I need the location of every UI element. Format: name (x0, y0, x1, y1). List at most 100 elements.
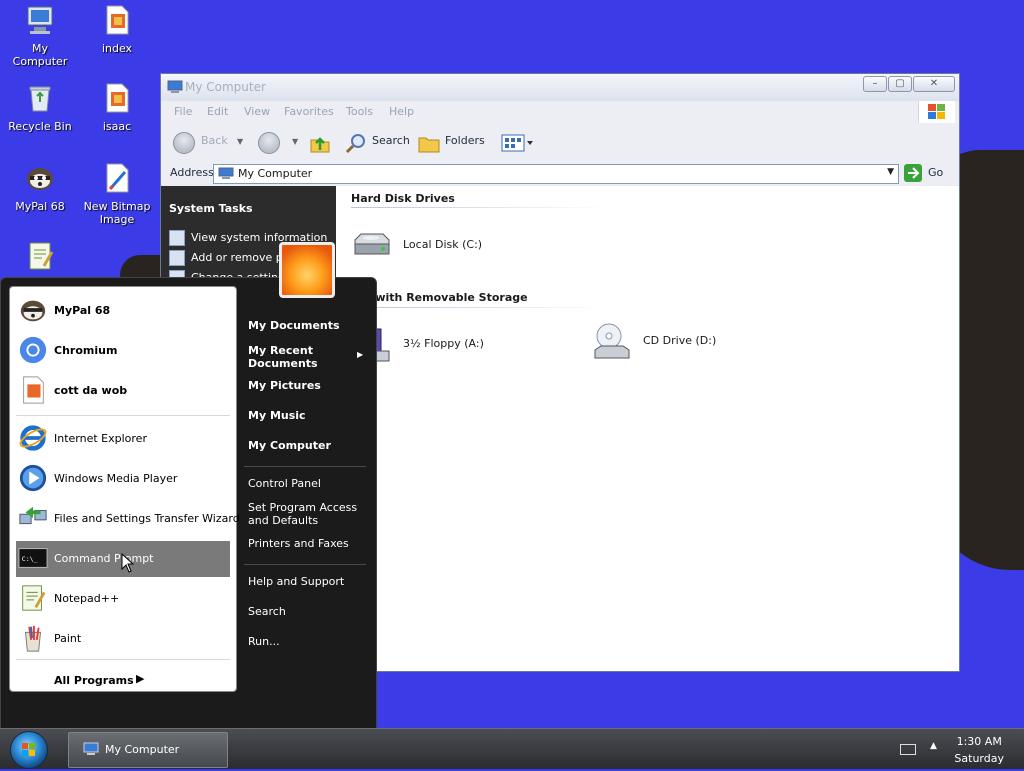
submenu-arrow-icon: ▶ (357, 350, 364, 359)
section-divider (351, 207, 606, 208)
start-menu: MyPal 68 Chromium cott da wob Internet E… (0, 242, 377, 730)
internet-explorer-icon (19, 425, 47, 451)
forward-button[interactable] (258, 132, 280, 154)
notepad-plus-plus-icon (22, 585, 46, 611)
start-item-mypal[interactable]: MyPal 68 (16, 293, 230, 329)
folders-icon (418, 137, 440, 153)
section-hard-disk-drives: Hard Disk Drives (351, 192, 455, 205)
up-folder-icon[interactable] (309, 132, 331, 154)
all-programs-arrow-icon: ▶ (136, 672, 145, 685)
desktop-icon-mypal[interactable]: MyPal 68 (4, 162, 76, 213)
my-computer-icon (218, 167, 234, 179)
start-search[interactable]: Search (248, 605, 286, 618)
all-programs-button[interactable]: All Programs (54, 674, 134, 687)
my-computer-icon (27, 6, 53, 34)
window-title: My Computer (185, 80, 266, 94)
maximize-button[interactable]: ▢ (888, 76, 912, 92)
start-control-panel[interactable]: Control Panel (248, 477, 321, 490)
address-value: My Computer (238, 167, 313, 180)
svg-text:C:\_: C:\_ (22, 555, 38, 563)
paint-icon (24, 625, 42, 652)
start-item-internet-explorer[interactable]: Internet Explorer (16, 421, 230, 457)
search-button[interactable]: Search (372, 134, 410, 147)
address-input[interactable]: My Computer ▼ (213, 164, 899, 184)
section-removable-storage: ces with Removable Storage (351, 291, 528, 304)
system-tasks-header: System Tasks (169, 202, 253, 215)
menu-bar: File Edit View Favorites Tools Help (161, 100, 959, 123)
start-item-paint[interactable]: Paint (16, 621, 230, 657)
mypal-icon (27, 168, 53, 190)
desktop-icon-new-bitmap[interactable]: New Bitmap Image (81, 162, 153, 226)
back-arrow-icon[interactable] (173, 132, 195, 154)
keyboard-icon[interactable] (900, 744, 916, 755)
menu-view[interactable]: View (244, 105, 270, 118)
start-my-computer[interactable]: My Computer (248, 439, 331, 452)
start-help-and-support[interactable]: Help and Support (248, 575, 344, 588)
system-info-icon (169, 230, 185, 246)
start-set-program-access[interactable]: Set Program Access and Defaults (248, 501, 357, 527)
minimize-button[interactable]: – (863, 76, 887, 92)
chromium-icon (19, 336, 47, 364)
windows-logo-icon (918, 101, 955, 123)
clock[interactable]: 1:30 AM Saturday (954, 733, 1004, 767)
mouse-cursor-icon (121, 553, 135, 573)
start-my-music[interactable]: My Music (248, 409, 306, 422)
start-item-chromium[interactable]: Chromium (16, 333, 230, 369)
address-bar: Address My Computer ▼ Go (161, 163, 959, 185)
hard-drive-icon (354, 233, 390, 255)
go-arrow-icon[interactable] (904, 164, 922, 182)
tray-expand-icon[interactable]: ▲ (930, 741, 937, 751)
start-my-pictures[interactable]: My Pictures (248, 379, 321, 392)
start-orb-button[interactable] (10, 731, 48, 769)
views-icon[interactable] (501, 133, 535, 153)
html-file-icon (106, 83, 129, 113)
back-dropdown-icon[interactable]: ▼ (237, 137, 243, 146)
menu-favorites[interactable]: Favorites (284, 105, 334, 118)
user-picture[interactable] (279, 242, 335, 298)
desktop-icon-index[interactable]: index (81, 4, 153, 55)
close-button[interactable]: ✕ (913, 76, 955, 92)
start-my-documents[interactable]: My Documents (248, 319, 340, 332)
address-dropdown-icon[interactable]: ▼ (887, 167, 894, 177)
desktop-icon-notepad[interactable] (4, 240, 76, 278)
desktop-icon-recycle-bin[interactable]: Recycle Bin (4, 82, 76, 133)
menu-file[interactable]: File (174, 105, 192, 118)
taskbar-button-my-computer[interactable]: My Computer (68, 732, 228, 768)
my-computer-icon (83, 742, 99, 755)
start-item-transfer-wizard[interactable]: Files and Settings Transfer Wizard (16, 501, 240, 537)
search-icon (345, 134, 365, 154)
menu-help[interactable]: Help (389, 105, 414, 118)
start-menu-separator (244, 564, 366, 565)
task-add-remove[interactable]: Add or remove pr (169, 250, 287, 266)
cd-drive-icon (594, 323, 630, 359)
folders-button[interactable]: Folders (445, 134, 485, 147)
start-item-notepad-plus-plus[interactable]: Notepad++ (16, 581, 230, 617)
add-remove-icon (169, 250, 185, 266)
desktop-icon-my-computer[interactable]: My Computer (4, 4, 76, 68)
menu-tools[interactable]: Tools (346, 105, 373, 118)
my-computer-icon (167, 80, 183, 93)
start-menu-programs-pane: MyPal 68 Chromium cott da wob Internet E… (9, 286, 240, 692)
start-menu-separator (16, 415, 230, 416)
start-item-cott-da-wob[interactable]: cott da wob (16, 373, 230, 409)
html-file-icon (106, 5, 129, 35)
forward-dropdown-icon[interactable]: ▼ (292, 137, 298, 146)
command-prompt-icon: C:\_ (18, 548, 48, 568)
taskbar: My Computer ▲ 1:30 AM Saturday (0, 728, 1024, 769)
bitmap-icon (106, 163, 129, 193)
notepad-plus-plus-icon (29, 242, 54, 270)
back-button[interactable]: Back (201, 134, 228, 147)
start-my-recent-documents[interactable]: My Recent Documents (248, 344, 318, 370)
menu-edit[interactable]: Edit (207, 105, 228, 118)
go-button[interactable]: Go (928, 166, 943, 179)
desktop-icon-isaac[interactable]: isaac (81, 82, 153, 133)
recycle-bin-icon (29, 86, 51, 112)
html-file-icon (23, 376, 44, 404)
start-run[interactable]: Run... (248, 635, 280, 648)
media-player-icon (19, 464, 47, 492)
start-printers-and-faxes[interactable]: Printers and Faxes (248, 537, 349, 550)
title-bar[interactable]: My Computer – ▢ ✕ (161, 74, 959, 100)
mypal-icon (20, 300, 46, 322)
toolbar: Back ▼ ▼ Search Folders (161, 123, 959, 163)
start-item-windows-media-player[interactable]: Windows Media Player (16, 461, 230, 497)
